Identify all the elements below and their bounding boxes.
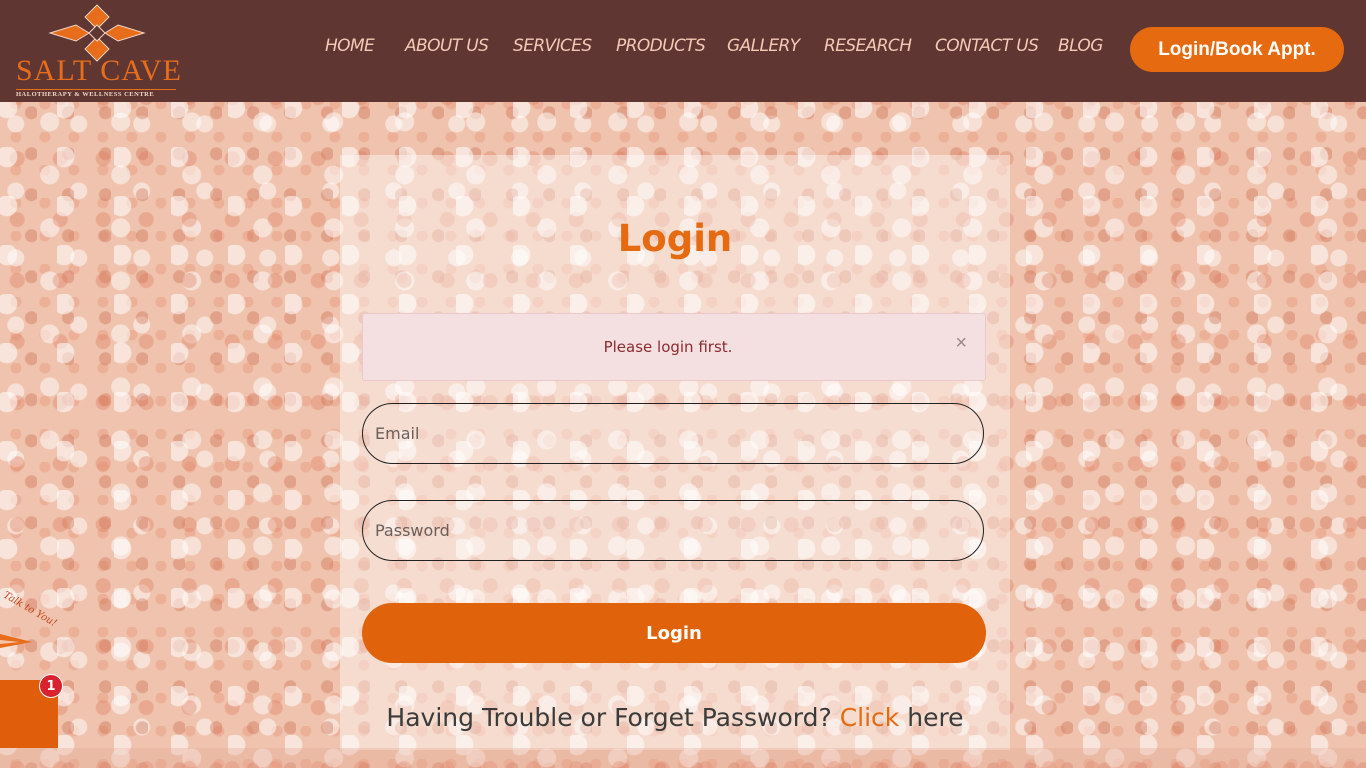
forgot-password-text: Having Trouble or Forget Password? xyxy=(386,703,832,732)
forgot-password-line: Having Trouble or Forget Password? Click… xyxy=(340,703,1010,732)
alert-message: Please login first. xyxy=(603,338,733,356)
login-panel: Login Please login first. × Login Having… xyxy=(340,155,1010,750)
login-book-appointment-button[interactable]: Login/Book Appt. xyxy=(1130,27,1344,72)
nav-research[interactable]: RESEARCH xyxy=(824,36,912,56)
page-title: Login xyxy=(617,217,733,260)
login-submit-button[interactable]: Login xyxy=(362,603,986,663)
nav-about-us[interactable]: ABOUT US xyxy=(405,36,489,56)
nav-gallery[interactable]: GALLERY xyxy=(727,36,800,56)
forgot-password-suffix: here xyxy=(907,703,964,732)
password-field[interactable] xyxy=(362,500,984,561)
nav-products[interactable]: PRODUCTS xyxy=(616,36,706,56)
close-icon[interactable]: × xyxy=(955,332,967,355)
page-bottom-edge xyxy=(0,748,1366,768)
nav-contact-us[interactable]: CONTACT US xyxy=(935,36,1039,56)
forgot-password-link[interactable]: Click xyxy=(840,703,900,732)
nav-blog[interactable]: BLOG xyxy=(1058,36,1103,56)
logo-wordmark: SALT CAVE xyxy=(16,54,183,87)
nav-services[interactable]: SERVICES xyxy=(513,36,592,56)
site-header: SALT CAVE HALOTHERAPY & WELLNESS CENTRE … xyxy=(0,0,1366,102)
notification-badge: 1 xyxy=(39,674,63,698)
logo-tagline: HALOTHERAPY & WELLNESS CENTRE xyxy=(16,89,176,98)
nav-home[interactable]: HOME xyxy=(325,36,375,56)
email-field[interactable] xyxy=(362,403,984,464)
salt-cave-logo[interactable]: SALT CAVE HALOTHERAPY & WELLNESS CENTRE xyxy=(14,4,183,98)
login-required-alert: Please login first. × xyxy=(362,313,986,381)
